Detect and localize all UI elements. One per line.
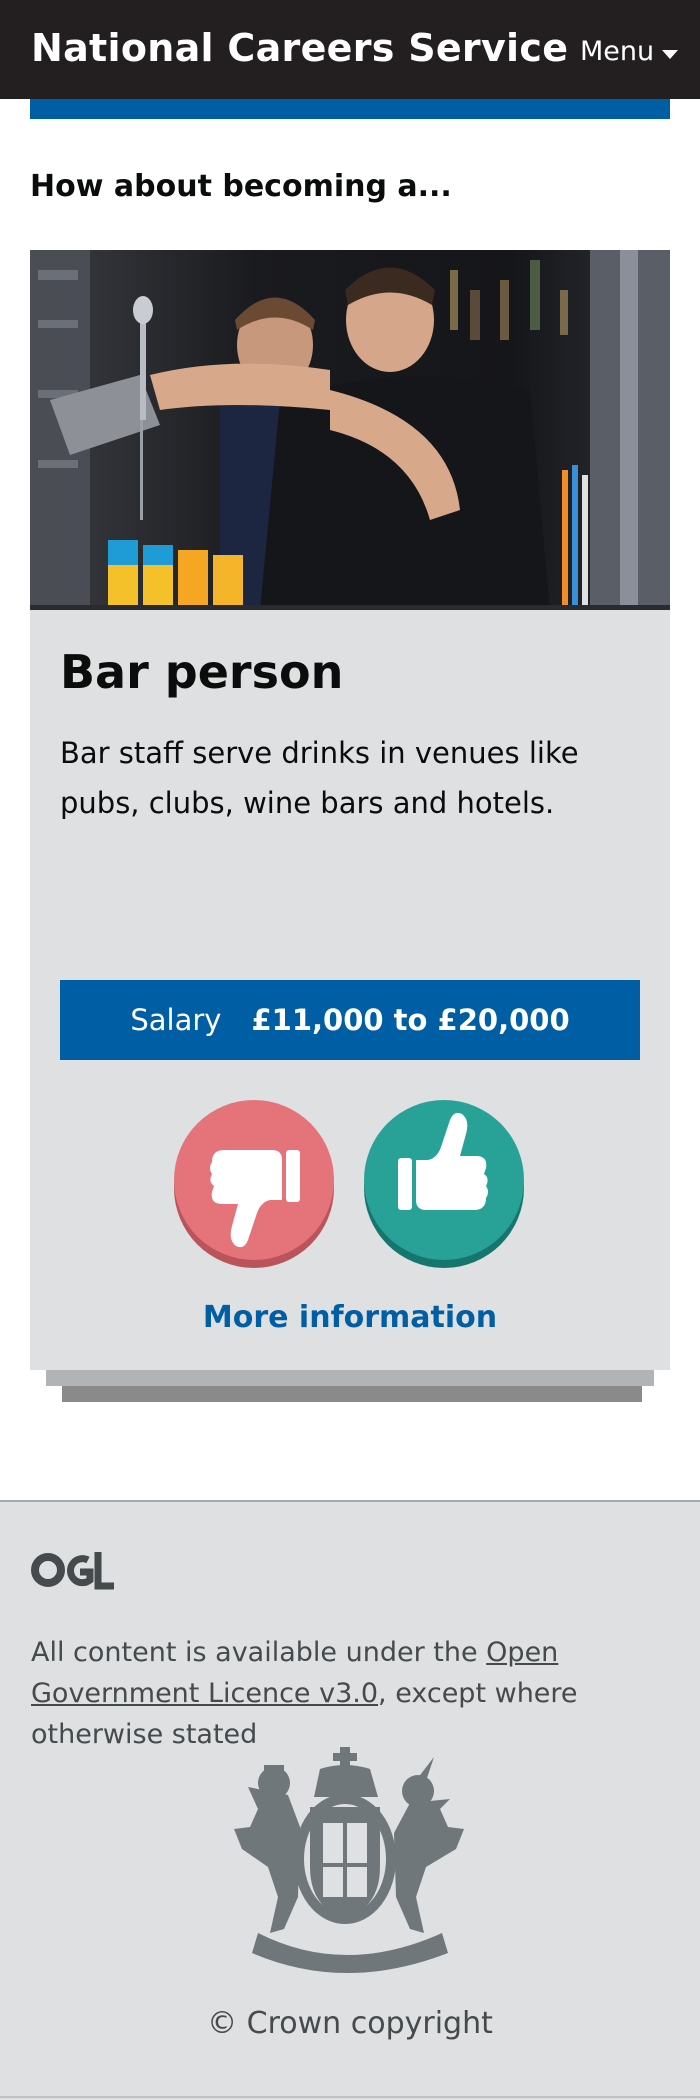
site-footer: All content is available under the Open … xyxy=(0,1500,700,2100)
bartender-photo xyxy=(30,250,670,610)
crown-copyright: © Crown copyright xyxy=(207,2006,493,2041)
menu-button[interactable]: Menu xyxy=(580,32,679,72)
accent-strip xyxy=(30,99,670,119)
licence-prefix: All content is available under the xyxy=(31,1637,487,1668)
site-header: National Careers Service Menu xyxy=(0,0,700,99)
card-stack-shadow-middle xyxy=(46,1369,654,1386)
thumbs-up-icon xyxy=(364,1100,524,1268)
career-description: Bar staff serve drinks in venues like pu… xyxy=(60,736,579,820)
more-information-link[interactable]: More information xyxy=(30,1296,670,1340)
footer-divider xyxy=(0,2096,700,2098)
salary-bar: Salary £11,000 to £20,000 xyxy=(60,980,640,1060)
like-button[interactable] xyxy=(364,1100,524,1270)
dislike-button[interactable] xyxy=(174,1100,334,1270)
thumbs-down-icon xyxy=(174,1100,334,1268)
licence-statement: All content is available under the Open … xyxy=(31,1632,681,1755)
ogl-logo xyxy=(31,1552,114,1590)
royal-coat-of-arms-icon xyxy=(234,1747,464,1973)
caret-down-icon xyxy=(662,49,679,59)
career-card: Bar person Bar staff serve drinks in ven… xyxy=(30,250,670,1370)
career-title: Bar person xyxy=(60,645,344,699)
salary-label: Salary xyxy=(130,1003,222,1037)
site-brand[interactable]: National Careers Service xyxy=(31,22,568,74)
section-heading: How about becoming a... xyxy=(30,169,452,204)
salary-value: £11,000 to £20,000 xyxy=(251,1003,570,1037)
menu-label: Menu xyxy=(580,36,655,67)
